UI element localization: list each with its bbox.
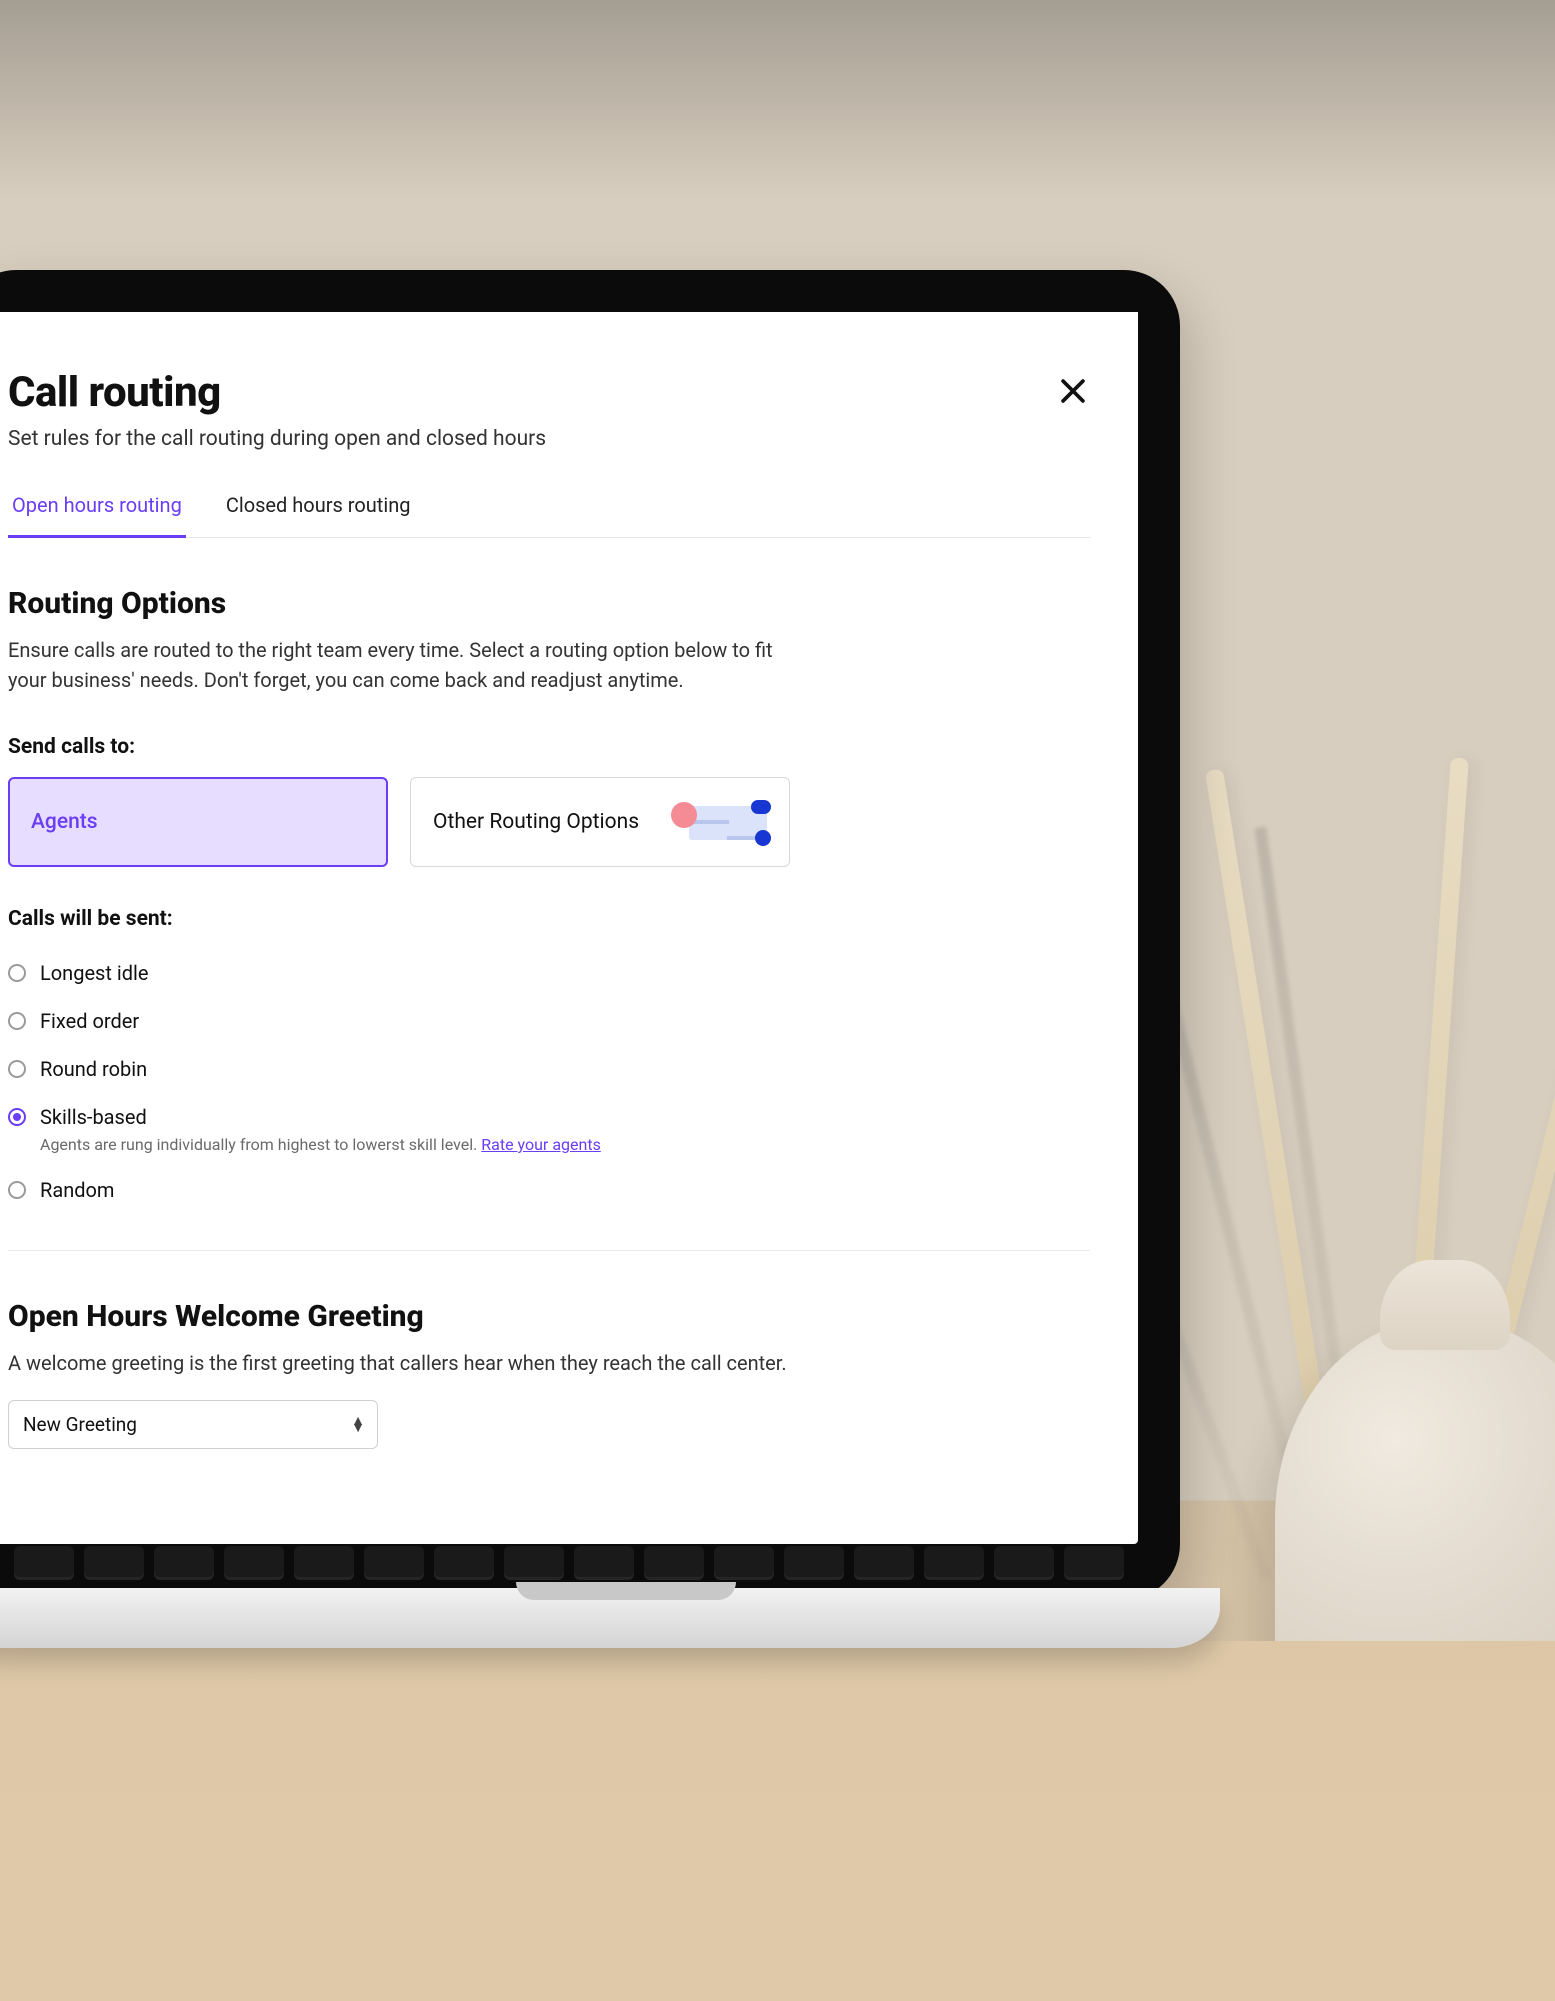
section-title-routing: Routing Options — [8, 586, 1090, 621]
distribution-label: Calls will be sent: — [8, 907, 1090, 931]
radio-icon — [8, 1060, 26, 1078]
radio-label: Fixed order — [40, 1009, 139, 1033]
radio-icon — [8, 1012, 26, 1030]
hint-text: Agents are rung individually from highes… — [40, 1135, 481, 1154]
routing-cards: Agents Other Routing Options — [8, 777, 1090, 867]
radio-label: Round robin — [40, 1057, 147, 1081]
section-title-greeting: Open Hours Welcome Greeting — [8, 1299, 1090, 1334]
tabs-container: Open hours routing Closed hours routing — [8, 493, 1090, 538]
radio-round-robin[interactable]: Round robin — [8, 1045, 1090, 1093]
radio-longest-idle[interactable]: Longest idle — [8, 949, 1090, 997]
close-icon[interactable] — [1056, 374, 1090, 408]
radio-skills-based[interactable]: Skills-based Agents are rung individuall… — [8, 1093, 1090, 1166]
radio-hint: Agents are rung individually from highes… — [40, 1135, 601, 1154]
radio-label: Longest idle — [40, 961, 149, 985]
radio-label: Skills-based — [40, 1105, 147, 1129]
card-agents-label: Agents — [31, 810, 98, 834]
greeting-select-value: New Greeting — [23, 1413, 137, 1436]
app-screen: Call routing Set rules for the call rout… — [0, 312, 1138, 1544]
section-desc-routing: Ensure calls are routed to the right tea… — [8, 635, 788, 695]
radio-icon — [8, 964, 26, 982]
section-divider — [8, 1250, 1090, 1251]
radio-fixed-order[interactable]: Fixed order — [8, 997, 1090, 1045]
radio-icon-checked — [8, 1108, 26, 1126]
radio-random[interactable]: Random — [8, 1166, 1090, 1214]
radio-icon — [8, 1181, 26, 1199]
card-agents[interactable]: Agents — [8, 777, 388, 867]
sort-icon: ▲▼ — [351, 1418, 365, 1432]
routing-illustration — [671, 800, 767, 844]
send-calls-label: Send calls to: — [8, 735, 1090, 759]
section-desc-greeting: A welcome greeting is the first greeting… — [8, 1348, 788, 1378]
radio-label: Random — [40, 1178, 114, 1202]
rate-agents-link[interactable]: Rate your agents — [481, 1135, 601, 1154]
card-other-label: Other Routing Options — [433, 810, 639, 834]
laptop-base — [0, 1588, 1220, 1648]
tab-open-hours[interactable]: Open hours routing — [8, 493, 186, 538]
page-title: Call routing — [8, 368, 546, 417]
tab-closed-hours[interactable]: Closed hours routing — [222, 493, 415, 538]
distribution-options: Longest idle Fixed order Round robin Ski… — [8, 949, 1090, 1214]
page-subtitle: Set rules for the call routing during op… — [8, 427, 546, 451]
greeting-select[interactable]: New Greeting ▲▼ — [8, 1400, 378, 1449]
card-other-routing[interactable]: Other Routing Options — [410, 777, 790, 867]
desk-surface — [0, 1641, 1555, 2001]
